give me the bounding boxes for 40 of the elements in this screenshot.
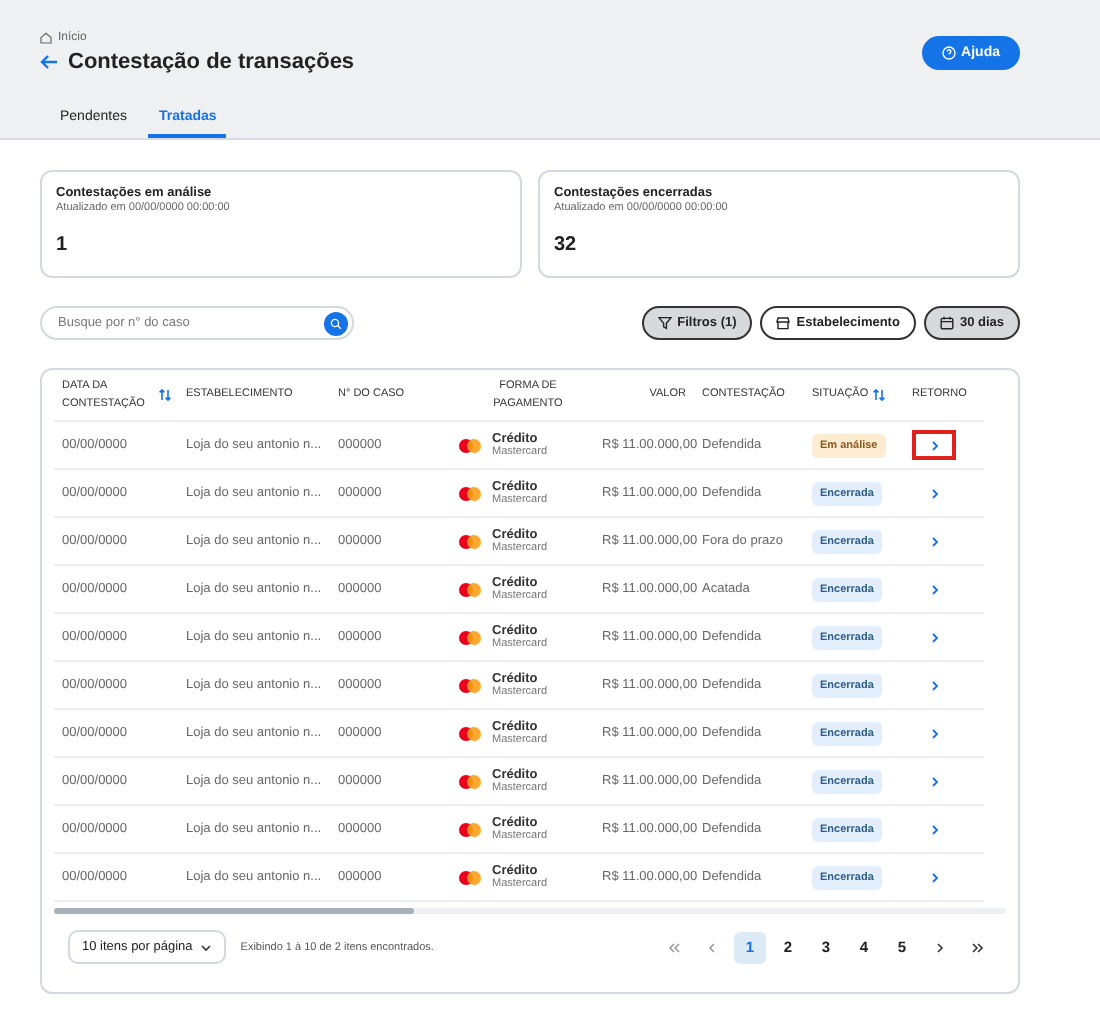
- card-brand-icon: [458, 485, 482, 501]
- chevron-right-icon: [929, 535, 939, 547]
- chevron-right-icon: [929, 439, 939, 451]
- chevron-right-icon: [929, 583, 939, 595]
- chevron-right-icon: [929, 775, 939, 787]
- chevron-right-icon: [929, 871, 939, 883]
- chevron-right-icon: [929, 727, 939, 739]
- card-value: 32: [554, 234, 579, 256]
- sort-icon[interactable]: [158, 388, 172, 402]
- chevron-right-icon: [934, 941, 946, 953]
- chevron-left-icon: [706, 941, 718, 953]
- store-icon: [776, 316, 791, 330]
- double-chevron-left-icon: [668, 941, 680, 953]
- question-icon: [941, 46, 956, 60]
- sort-icon[interactable]: [872, 388, 887, 402]
- card-brand-icon: [458, 629, 482, 645]
- card-brand-icon: [458, 677, 482, 693]
- card-brand-icon: [458, 725, 482, 741]
- chevron-right-icon: [929, 487, 939, 499]
- home-icon[interactable]: [40, 32, 52, 44]
- filter-icon: [657, 316, 672, 330]
- double-chevron-right-icon: [972, 941, 984, 953]
- back-arrow-icon[interactable]: [40, 54, 58, 70]
- calendar-icon: [939, 316, 954, 330]
- chevron-down-icon: [200, 941, 213, 953]
- card-brand-icon: [458, 581, 482, 597]
- search-icon: [330, 317, 342, 329]
- row-open-button[interactable]: [912, 430, 956, 460]
- chevron-right-icon: [929, 823, 939, 835]
- card-brand-icon: [458, 773, 482, 789]
- card-brand-icon: [458, 869, 482, 885]
- card-brand-icon: [458, 821, 482, 837]
- horizontal-scrollbar[interactable]: [54, 908, 1006, 914]
- page-title: Contestação de transações: [68, 50, 355, 74]
- card-value: 1: [56, 234, 70, 256]
- chevron-right-icon: [929, 679, 939, 691]
- card-brand-icon: [458, 533, 482, 549]
- card-brand-icon: [458, 437, 482, 453]
- search-button[interactable]: [324, 311, 348, 335]
- chevron-right-icon: [929, 631, 939, 643]
